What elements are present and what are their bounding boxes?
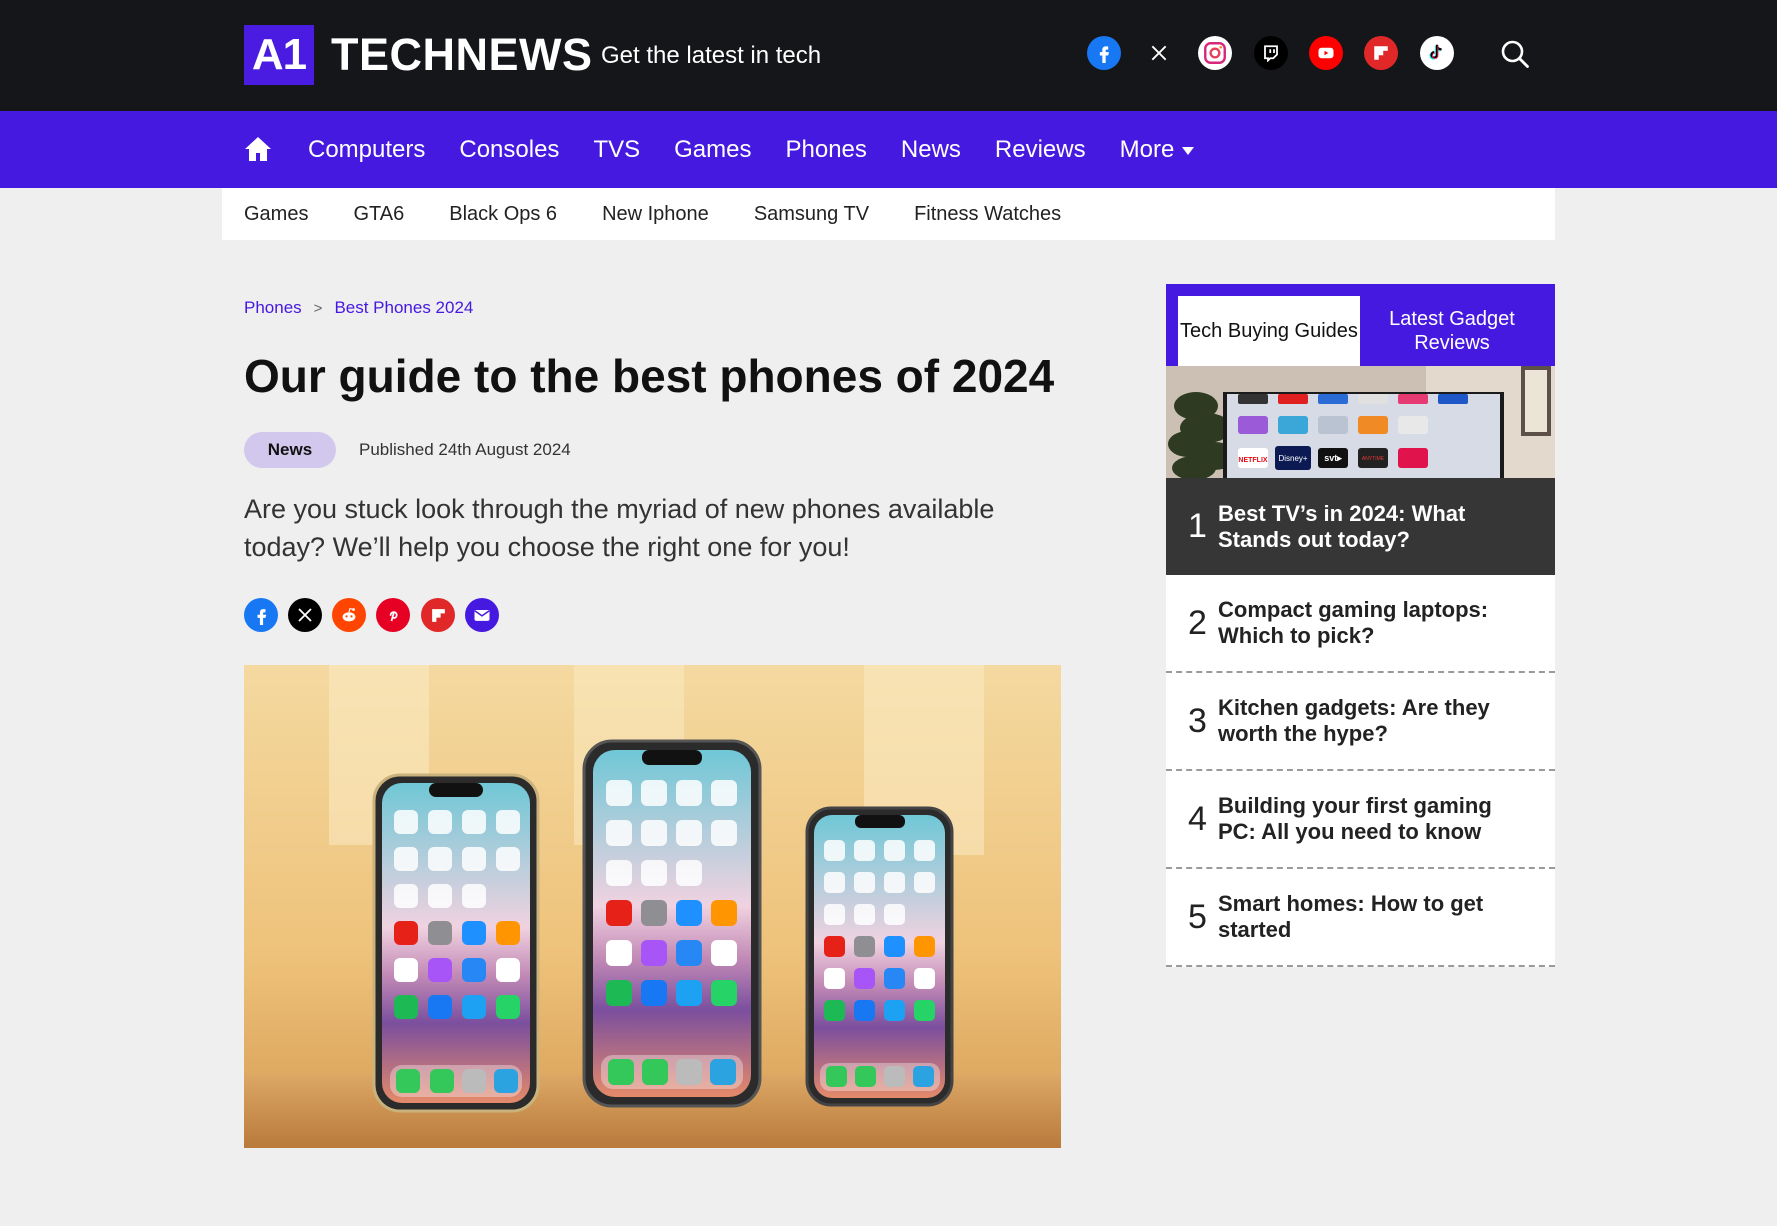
- nav-item-news[interactable]: News: [901, 136, 961, 164]
- logo-mark[interactable]: A1: [244, 25, 314, 85]
- guide-title: Kitchen gadgets: Are they worth the hype…: [1218, 695, 1490, 746]
- guide-title: Building your first gaming PC: All you n…: [1218, 793, 1492, 844]
- site-header: A1 TECHNEWS Get the latest in tech: [0, 0, 1777, 111]
- x-icon[interactable]: [1142, 36, 1176, 70]
- guide-item-5[interactable]: 5 Smart homes: How to get started: [1166, 869, 1555, 967]
- reddit-icon[interactable]: [332, 598, 366, 632]
- guide-title: Best TV’s in 2024: What Stands out today…: [1218, 500, 1466, 552]
- category-badge[interactable]: News: [244, 432, 336, 468]
- breadcrumb-best-phones-2024[interactable]: Best Phones 2024: [334, 298, 473, 318]
- flipboard-icon[interactable]: [1364, 36, 1398, 70]
- breadcrumb-phones[interactable]: Phones: [244, 298, 302, 318]
- thumb-label-anytime: ANYTIME: [1362, 456, 1385, 462]
- trending-item-fitness-watches[interactable]: Fitness Watches: [914, 203, 1061, 226]
- facebook-icon[interactable]: [244, 598, 278, 632]
- nav-item-consoles[interactable]: Consoles: [459, 136, 559, 164]
- sidebar-tabs: Tech Buying Guides Latest Gadget Reviews: [1166, 284, 1555, 366]
- trending-item-gta6[interactable]: GTA6: [353, 203, 404, 226]
- thumb-label-disney: Disney+: [1278, 454, 1307, 463]
- thumb-label-netflix: NETFLIX: [1238, 457, 1267, 464]
- hero-image: [244, 665, 1061, 1148]
- x-icon[interactable]: [288, 598, 322, 632]
- tiktok-icon[interactable]: [1420, 36, 1454, 70]
- guide-thumbnail[interactable]: NETFLIX Disney+ svt▸ ANYTIME: [1166, 366, 1555, 478]
- guide-rank: 5: [1188, 897, 1207, 936]
- trending-item-games[interactable]: Games: [244, 203, 308, 226]
- guide-item-2[interactable]: 2 Compact gaming laptops: Which to pick?: [1166, 575, 1555, 673]
- trending-bar: Games GTA6 Black Ops 6 New Iphone Samsun…: [222, 188, 1555, 240]
- guide-title: Smart homes: How to get started: [1218, 891, 1484, 942]
- thumb-label-svt: svt▸: [1324, 453, 1342, 463]
- instagram-icon[interactable]: [1198, 36, 1232, 70]
- guide-title: Compact gaming laptops: Which to pick?: [1218, 597, 1489, 648]
- pinterest-icon[interactable]: [376, 598, 410, 632]
- nav-item-phones[interactable]: Phones: [785, 136, 866, 164]
- facebook-icon[interactable]: [1087, 36, 1121, 70]
- main-nav: Computers Consoles TVS Games Phones News…: [0, 111, 1777, 188]
- home-icon[interactable]: [244, 135, 272, 163]
- guide-item-4[interactable]: 4 Building your first gaming PC: All you…: [1166, 771, 1555, 869]
- guide-item-3[interactable]: 3 Kitchen gadgets: Are they worth the hy…: [1166, 673, 1555, 771]
- tab-tech-buying-guides[interactable]: Tech Buying Guides: [1178, 296, 1360, 366]
- trending-item-samsung-tv[interactable]: Samsung TV: [754, 203, 869, 226]
- article-standfirst: Are you stuck look through the myriad of…: [244, 494, 995, 562]
- trending-item-new-iphone[interactable]: New Iphone: [602, 203, 709, 226]
- nav-item-games[interactable]: Games: [674, 136, 751, 164]
- sidebar-guides: Tech Buying Guides Latest Gadget Reviews…: [1166, 284, 1555, 967]
- flipboard-icon[interactable]: [421, 598, 455, 632]
- nav-item-computers[interactable]: Computers: [308, 136, 425, 164]
- guide-rank: 2: [1188, 603, 1207, 642]
- tab-latest-gadget-reviews[interactable]: Latest Gadget Reviews: [1361, 296, 1543, 366]
- guide-rank: 3: [1188, 701, 1207, 740]
- guide-item-1[interactable]: 1 Best TV’s in 2024: What Stands out tod…: [1166, 478, 1555, 575]
- nav-list: Computers Consoles TVS Games Phones News…: [308, 111, 1228, 188]
- site-tagline: Get the latest in tech: [601, 42, 822, 69]
- breadcrumb-separator: >: [313, 299, 323, 317]
- email-icon[interactable]: [465, 598, 499, 632]
- nav-item-tvs[interactable]: TVS: [593, 136, 640, 164]
- article-meta: News Published 24th August 2024: [244, 432, 571, 468]
- logo-text[interactable]: TECHNEWS: [331, 28, 593, 82]
- search-icon[interactable]: [1500, 39, 1530, 69]
- youtube-icon[interactable]: [1309, 36, 1343, 70]
- article-title: Our guide to the best phones of 2024: [244, 350, 1055, 402]
- nav-item-more-label: More: [1119, 135, 1175, 163]
- breadcrumb: Phones > Best Phones 2024: [244, 298, 473, 318]
- twitch-icon[interactable]: [1254, 36, 1288, 70]
- caret-down-icon: [1182, 147, 1195, 155]
- guide-rank: 1: [1188, 507, 1207, 545]
- nav-item-reviews[interactable]: Reviews: [995, 136, 1086, 164]
- nav-item-more[interactable]: More: [1120, 136, 1195, 164]
- publish-date: Published 24th August 2024: [359, 440, 571, 459]
- guide-rank: 4: [1188, 799, 1207, 838]
- trending-item-black-ops-6[interactable]: Black Ops 6: [449, 203, 557, 226]
